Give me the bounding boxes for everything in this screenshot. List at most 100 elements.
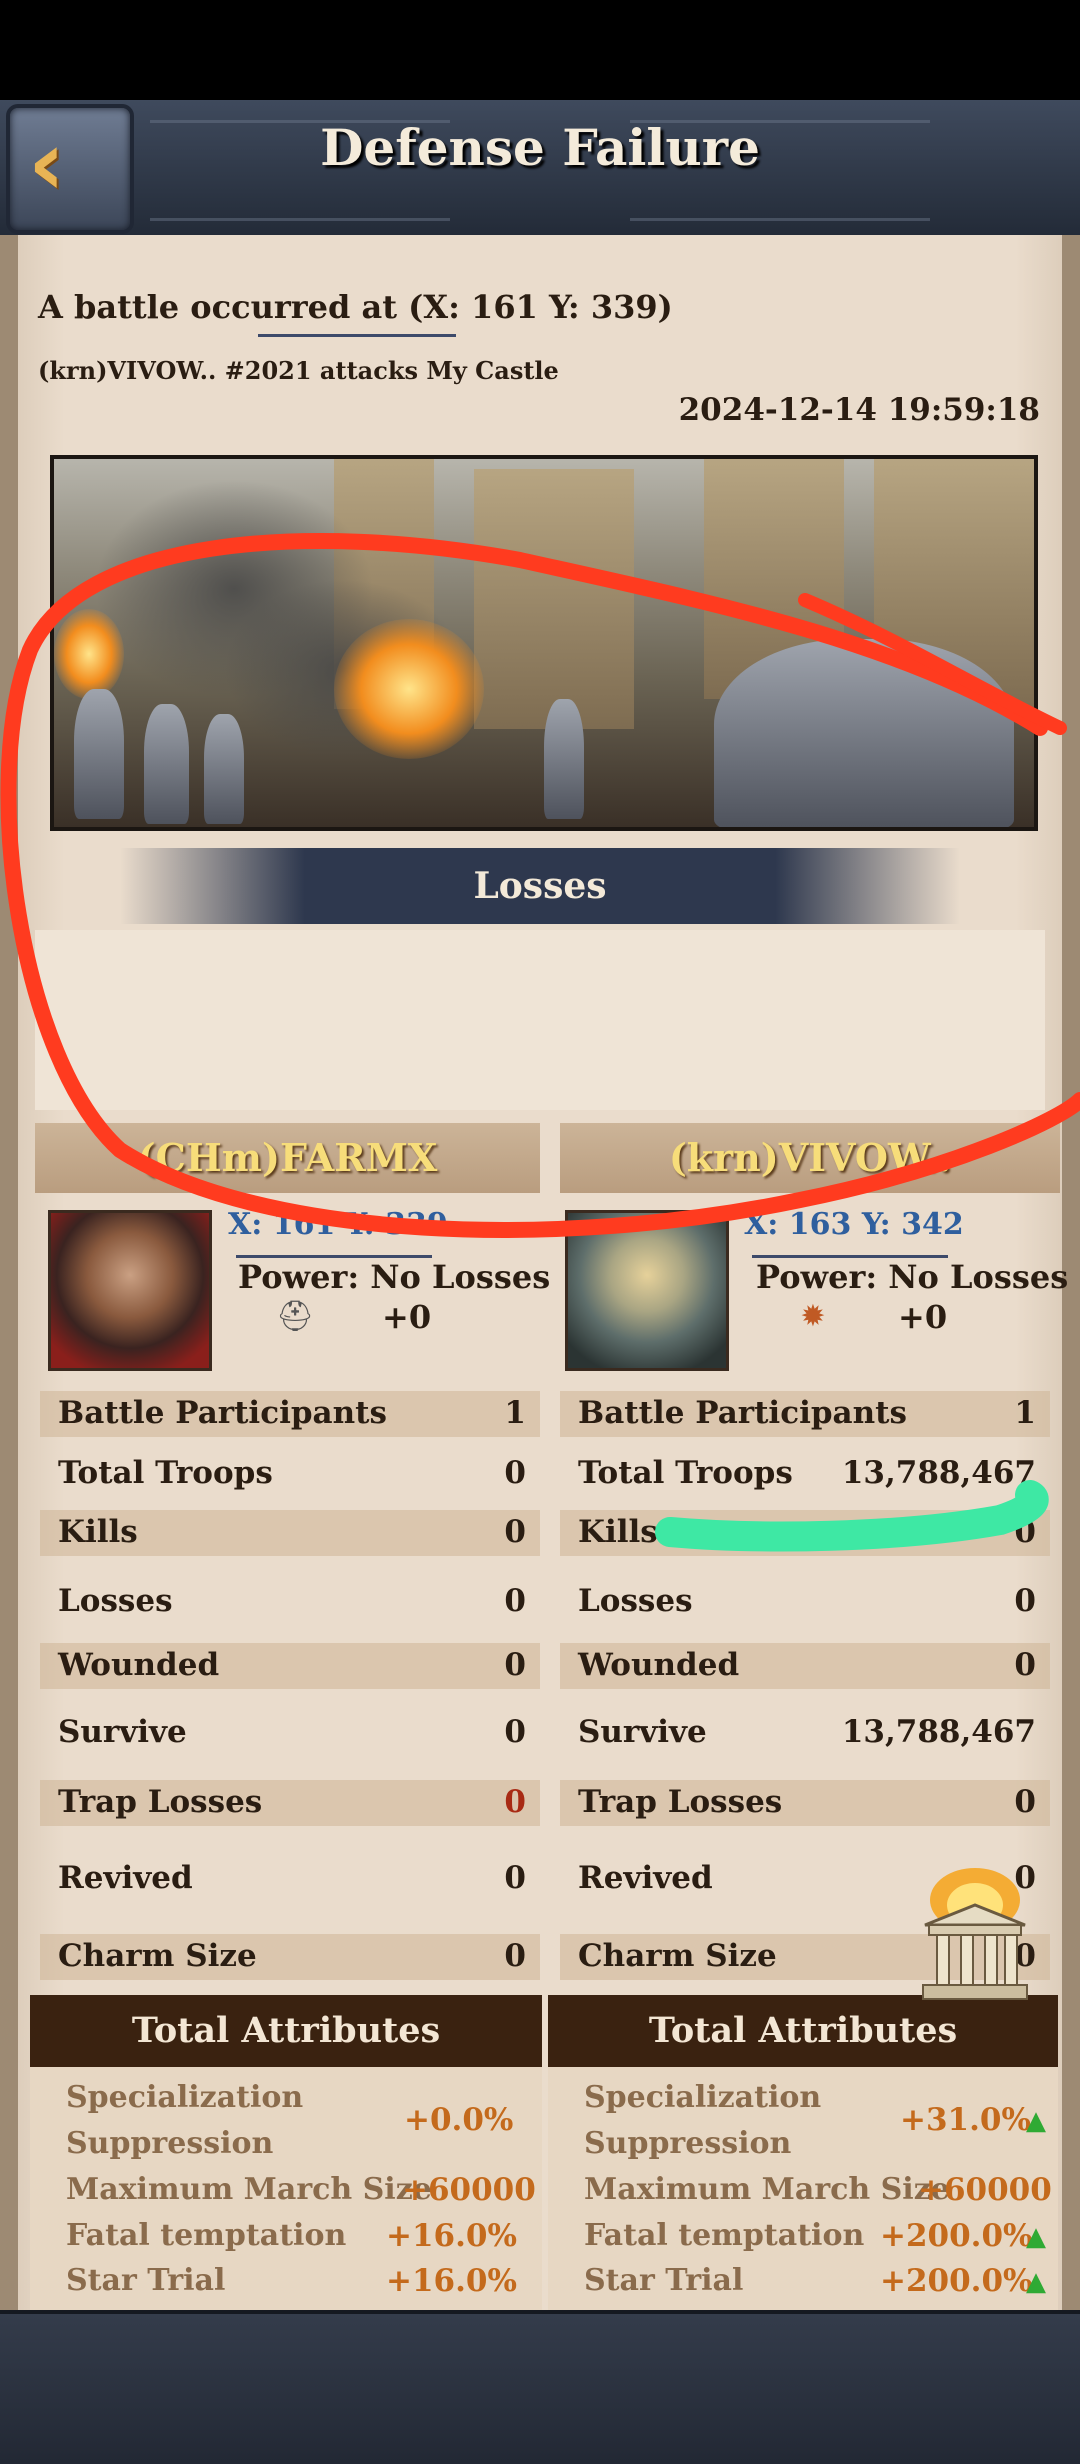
player-left-coords[interactable]: X: 161 Y: 339 — [228, 1207, 448, 1242]
stat-label: Trap Losses — [58, 1784, 263, 1820]
player-left-name: (CHm)FARMX — [137, 1135, 438, 1180]
stat-row: Losses 0 — [40, 1579, 540, 1625]
losses-area — [35, 930, 1045, 1110]
soldier-figure — [544, 699, 584, 819]
player-left-header[interactable]: (CHm)FARMX — [35, 1123, 540, 1193]
stat-row: Total Troops 13,788,467 — [560, 1451, 1050, 1497]
player-right-coords[interactable]: X: 163 Y: 342 — [744, 1207, 964, 1242]
soldier-figure — [144, 704, 189, 824]
knight-figure — [714, 639, 1014, 827]
stat-row: Trap Losses 0 — [560, 1780, 1050, 1826]
stat-label: Survive — [58, 1714, 187, 1750]
stat-row: Survive 0 — [40, 1710, 540, 1756]
stat-value: 0 — [504, 1938, 526, 1974]
attr-value: +200.0% — [880, 2263, 1033, 2299]
stat-value: 0 — [504, 1514, 526, 1550]
player-left-avatar[interactable] — [48, 1210, 212, 1371]
stat-row: Charm Size 0 — [40, 1934, 540, 1980]
stat-label: Revived — [578, 1860, 713, 1896]
stat-label: Trap Losses — [578, 1784, 783, 1820]
stat-value: 0 — [504, 1647, 526, 1683]
total-attributes-header-left: Total Attributes — [30, 1995, 542, 2067]
attr-value: +200.0% — [880, 2218, 1033, 2254]
fire — [54, 609, 124, 699]
stat-label: Survive — [578, 1714, 707, 1750]
attributes-title: Total Attributes — [648, 2010, 958, 2051]
stat-value: 0 — [504, 1784, 526, 1820]
stat-label: Wounded — [58, 1647, 220, 1683]
attr-label: Suppression — [584, 2126, 792, 2161]
player-right-name: (krn)VIVOW.. — [668, 1135, 952, 1180]
stat-row: Wounded 0 — [40, 1643, 540, 1689]
stat-value: 0 — [1014, 1784, 1036, 1820]
stat-label: Battle Participants — [58, 1395, 387, 1431]
attr-value: +60000 — [918, 2172, 1052, 2208]
attr-label: Suppression — [66, 2126, 274, 2161]
player-left-bonus: +0 — [382, 1298, 432, 1336]
attr-value: +16.0% — [386, 2263, 517, 2299]
burning-building-icon[interactable] — [915, 1865, 1035, 2005]
stat-label: Charm Size — [578, 1938, 777, 1974]
soldier-figure — [204, 714, 244, 824]
stat-label: Kills — [578, 1514, 658, 1550]
increase-arrow-icon: ▲ — [1026, 2222, 1046, 2252]
stat-label: Total Troops — [58, 1455, 273, 1491]
losses-label: Losses — [473, 865, 607, 907]
stat-label: Revived — [58, 1860, 193, 1896]
stat-row: Battle Participants 1 — [560, 1391, 1050, 1437]
player-right-header[interactable]: (krn)VIVOW.. — [560, 1123, 1060, 1193]
stat-row: Wounded 0 — [560, 1643, 1050, 1689]
stat-value: 0 — [504, 1860, 526, 1896]
stat-value: 0 — [1014, 1583, 1036, 1619]
stat-label: Charm Size — [58, 1938, 257, 1974]
battle-location-text: A battle occurred at (X: 161 Y: 339) — [38, 288, 673, 326]
stat-value: 0 — [504, 1714, 526, 1750]
total-attributes-header-right: Total Attributes — [548, 1995, 1058, 2067]
helmet-icon: ⛑ — [276, 1299, 315, 1334]
player-right-bonus: +0 — [898, 1298, 948, 1336]
attributes-title: Total Attributes — [131, 2010, 441, 2051]
stat-row: Revived 0 — [40, 1856, 540, 1902]
attr-label: Maximum March Size — [584, 2172, 950, 2207]
stat-label: Losses — [578, 1583, 693, 1619]
losses-header: Losses — [120, 848, 960, 924]
battle-scene-image — [50, 455, 1038, 831]
stat-value: 13,788,467 — [841, 1455, 1036, 1491]
attr-label: Fatal temptation — [66, 2218, 347, 2253]
stat-row: Kills 0 — [40, 1510, 540, 1556]
page-title: Defense Failure — [320, 118, 760, 177]
stat-value: 0 — [1014, 1514, 1036, 1550]
stat-label: Wounded — [578, 1647, 740, 1683]
soldier-figure — [74, 689, 124, 819]
attack-description: (krn)VIVOW.. #2021 attacks My Castle — [38, 356, 559, 385]
attr-label: Star Trial — [66, 2263, 226, 2298]
stat-value: 13,788,467 — [841, 1714, 1036, 1750]
stat-value: 0 — [504, 1455, 526, 1491]
stat-label: Total Troops — [578, 1455, 793, 1491]
stat-label: Battle Participants — [578, 1395, 907, 1431]
stat-value: 1 — [1014, 1395, 1036, 1431]
attr-value: +31.0% — [900, 2102, 1031, 2138]
stat-value: 1 — [504, 1395, 526, 1431]
battle-timestamp: 2024-12-14 19:59:18 — [678, 392, 1040, 428]
attr-label: Fatal temptation — [584, 2218, 865, 2253]
attr-label: Maximum March Size — [66, 2172, 432, 2207]
fire — [334, 619, 484, 759]
increase-arrow-icon: ▲ — [1026, 2267, 1046, 2297]
attr-label: Specialization — [584, 2080, 822, 2115]
stat-row: Total Troops 0 — [40, 1451, 540, 1497]
stat-value: 0 — [1014, 1647, 1036, 1683]
stat-value: 0 — [504, 1583, 526, 1619]
attr-label: Star Trial — [584, 2263, 744, 2298]
player-left-power: Power: No Losses — [238, 1258, 551, 1296]
stat-label: Kills — [58, 1514, 138, 1550]
attr-value: +16.0% — [386, 2218, 517, 2254]
attr-value: +0.0% — [404, 2102, 514, 2138]
location-link-underline — [258, 334, 456, 337]
status-bar — [0, 0, 1080, 100]
stat-row: Kills 0 — [560, 1510, 1050, 1556]
castle-tower — [474, 469, 634, 729]
player-right-avatar[interactable] — [565, 1210, 729, 1371]
stat-label: Losses — [58, 1583, 173, 1619]
stat-row: Trap Losses 0 — [40, 1780, 540, 1826]
